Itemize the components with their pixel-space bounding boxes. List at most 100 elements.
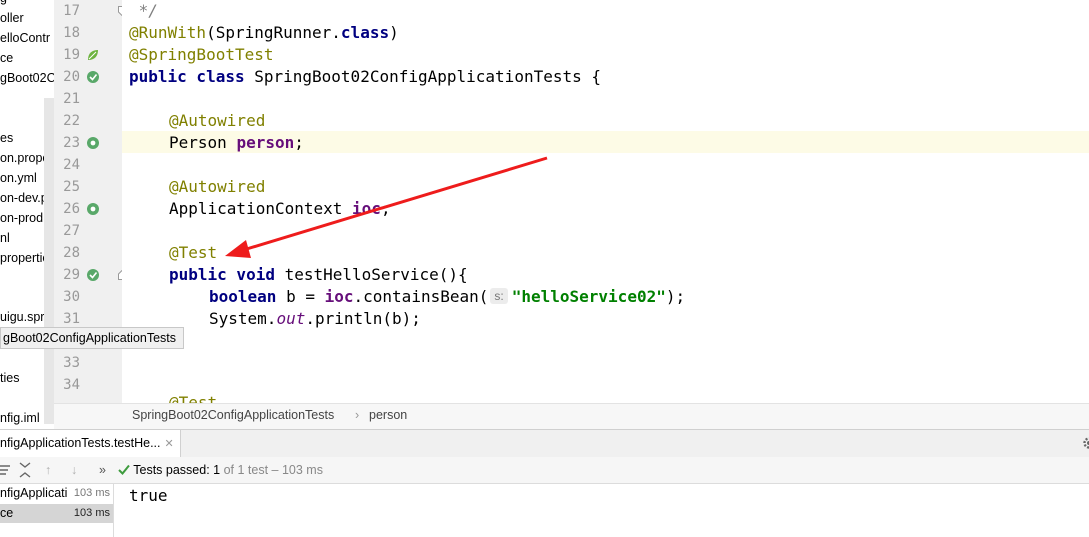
tree-item[interactable]: on.yml xyxy=(0,170,37,186)
line-number: 27 xyxy=(63,223,80,239)
run-tab-bar: nfigApplicationTests.testHe... ✕ xyxy=(0,429,1089,457)
line-number: 34 xyxy=(63,377,80,393)
line-number: 30 xyxy=(63,289,80,305)
keyword-token: boolean xyxy=(209,287,277,306)
field-token: ioc xyxy=(352,199,381,218)
tree-item[interactable]: gBoot02C xyxy=(0,70,56,86)
test-duration: 103 ms xyxy=(73,487,110,499)
field-token: ioc xyxy=(324,287,354,306)
line-number: 31 xyxy=(63,311,80,327)
line-number: 17 xyxy=(63,3,80,19)
code-line: @Autowired xyxy=(169,176,265,198)
code-token: (SpringRunner. xyxy=(206,23,341,42)
spring-leaf-icon[interactable] xyxy=(86,48,100,62)
test-tree-row[interactable]: ce 103 ms xyxy=(0,504,113,523)
breadcrumb-member[interactable]: person xyxy=(369,408,407,422)
annotation-token: @Autowired xyxy=(169,177,266,196)
tree-item[interactable]: on.prope xyxy=(0,150,49,166)
more-tools-icon[interactable]: » xyxy=(99,461,106,479)
check-icon xyxy=(118,464,130,475)
code-token: .println(b); xyxy=(305,309,421,328)
tree-item[interactable]: oller xyxy=(0,10,24,26)
run-tab-label: nfigApplicationTests.testHe... xyxy=(0,436,161,450)
run-test-icon[interactable] xyxy=(86,268,100,282)
tree-item[interactable]: ties xyxy=(0,370,19,386)
tests-status: Tests passed: 1 of 1 test – 103 ms xyxy=(118,461,323,479)
line-number: 26 xyxy=(63,201,80,217)
code-token: ) xyxy=(389,23,399,42)
code-token: ApplicationContext xyxy=(169,199,353,218)
tree-item[interactable]: nfig.iml xyxy=(0,410,40,426)
annotation-token: @Test xyxy=(169,393,218,403)
string-token: "helloService02" xyxy=(511,287,666,306)
line-number: 18 xyxy=(63,25,80,41)
collapse-all-icon[interactable] xyxy=(18,462,32,478)
annotation-token: @Test xyxy=(169,243,218,262)
line-number: 29 xyxy=(63,267,80,283)
run-test-icon[interactable] xyxy=(86,70,100,84)
line-number: 33 xyxy=(63,355,80,371)
class-name-tooltip: gBoot02ConfigApplicationTests xyxy=(0,327,184,349)
bean-icon[interactable] xyxy=(86,202,100,216)
test-tree-row[interactable]: nfigApplicati 103 ms xyxy=(0,484,113,503)
previous-failed-test-icon[interactable]: ↑ xyxy=(45,461,51,479)
code-line: @RunWith(SpringRunner.class) xyxy=(129,22,399,44)
comment-text: */ xyxy=(138,1,158,20)
annotation-token: @RunWith xyxy=(129,23,207,42)
test-name: nfigApplicati xyxy=(0,486,68,500)
tree-item[interactable]: elloContr xyxy=(0,30,50,46)
line-number: 20 xyxy=(63,69,80,85)
run-toolbar: ↑ ↓ » Tests passed: 1 of 1 test – 103 ms xyxy=(0,457,1089,484)
tree-item[interactable]: ce xyxy=(0,50,13,66)
line-number: 24 xyxy=(63,157,80,173)
code-token: .containsBean( xyxy=(353,287,489,306)
run-config-tab[interactable]: nfigApplicationTests.testHe... ✕ xyxy=(0,430,181,457)
gear-icon[interactable] xyxy=(1082,436,1089,450)
keyword-token: public class xyxy=(129,67,245,86)
code-token: SpringBoot02ConfigApplicationTests { xyxy=(244,67,602,86)
code-token: ; xyxy=(294,133,304,152)
code-token: System. xyxy=(209,309,277,328)
test-duration: 103 ms xyxy=(73,507,110,519)
tree-scrollbar[interactable] xyxy=(44,98,54,424)
bean-icon[interactable] xyxy=(86,136,100,150)
tree-item[interactable]: es xyxy=(0,130,13,146)
next-failed-test-icon[interactable]: ↓ xyxy=(71,461,77,479)
tree-item[interactable]: nl xyxy=(0,230,10,246)
code-token: b = xyxy=(276,287,325,306)
breadcrumb-separator: › xyxy=(355,408,360,422)
console-output-text: true xyxy=(129,486,168,505)
status-label: Tests passed: xyxy=(133,463,214,477)
line-number: 22 xyxy=(63,113,80,129)
line-number: 21 xyxy=(63,91,80,107)
code-line: @Test xyxy=(169,392,217,403)
code-line: @Autowired xyxy=(169,110,265,132)
line-number: 19 xyxy=(63,47,80,63)
breadcrumb-class[interactable]: SpringBoot02ConfigApplicationTests xyxy=(132,408,334,422)
code-line: public void testHelloService(){ xyxy=(169,264,468,286)
code-line: boolean b = ioc.containsBean(s: "helloSer… xyxy=(209,286,685,308)
code-line: @Test xyxy=(169,242,217,264)
console-output-panel[interactable]: true xyxy=(114,484,1089,537)
code-editor[interactable]: */ @RunWith(SpringRunner.class) @SpringB… xyxy=(122,0,1089,403)
keyword-token: public void xyxy=(169,265,275,284)
parameter-hint: s: xyxy=(490,288,508,304)
sort-icon[interactable] xyxy=(0,464,12,476)
keyword-token: class xyxy=(340,23,390,42)
breadcrumb: SpringBoot02ConfigApplicationTests › per… xyxy=(54,403,1089,429)
tree-item[interactable]: g xyxy=(0,0,7,6)
field-token: person xyxy=(236,133,295,152)
code-token: testHelloService(){ xyxy=(274,265,468,284)
code-line: public class SpringBoot02ConfigApplicati… xyxy=(129,66,601,88)
code-line: ApplicationContext ioc; xyxy=(169,198,391,220)
close-icon[interactable]: ✕ xyxy=(165,438,174,450)
project-tree-panel: g oller elloContr ce gBoot02C es on.prop… xyxy=(0,0,58,430)
code-token: ); xyxy=(665,287,686,306)
code-token: Person xyxy=(169,133,237,152)
code-line: Person person; xyxy=(169,132,304,154)
annotation-token: @SpringBootTest xyxy=(129,45,274,64)
test-results-tree: nfigApplicati 103 ms ce 103 ms xyxy=(0,484,114,537)
line-number: 25 xyxy=(63,179,80,195)
line-number: 28 xyxy=(63,245,80,261)
annotation-token: @Autowired xyxy=(169,111,266,130)
